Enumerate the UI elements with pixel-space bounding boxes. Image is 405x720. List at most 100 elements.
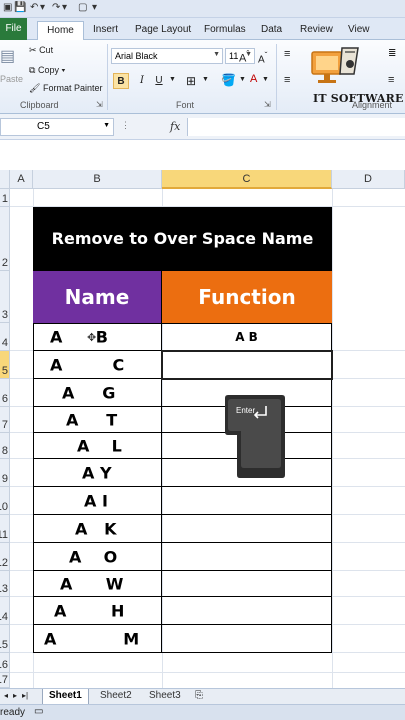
- redo-dropdown-icon[interactable]: ▾: [62, 2, 67, 13]
- redo-icon[interactable]: ↷: [52, 2, 60, 13]
- function-header-cell[interactable]: Function: [162, 271, 332, 323]
- tab-view[interactable]: View: [348, 21, 370, 40]
- column-header-d[interactable]: D: [332, 170, 405, 189]
- table-title-cell[interactable]: Remove to Over Space Name: [33, 207, 332, 271]
- row-header[interactable]: 9: [0, 459, 10, 487]
- customize-toolbar-icon[interactable]: ▾: [92, 2, 97, 13]
- font-color-icon[interactable]: A: [250, 73, 257, 85]
- font-launcher-icon[interactable]: ⇲: [264, 100, 271, 109]
- row-header[interactable]: 15: [0, 625, 10, 653]
- format-painter-button[interactable]: 🖌 Format Painter: [29, 83, 102, 94]
- row-header[interactable]: 12: [0, 543, 10, 571]
- tab-home[interactable]: Home: [37, 21, 84, 40]
- font-color-dropdown-icon[interactable]: ▼: [262, 76, 269, 83]
- font-family-select[interactable]: Arial Black ▼: [111, 48, 223, 64]
- sheet-tab-sheet3[interactable]: Sheet3: [143, 689, 187, 704]
- name-cell[interactable]: A T: [33, 407, 162, 433]
- fill-color-icon[interactable]: 🪣: [221, 73, 236, 87]
- clipboard-launcher-icon[interactable]: ⇲: [96, 100, 103, 109]
- name-cell[interactable]: A H: [33, 597, 162, 625]
- bold-button[interactable]: B: [113, 73, 129, 89]
- borders-dropdown-icon[interactable]: ▼: [202, 76, 209, 83]
- fill-color-dropdown-icon[interactable]: ▼: [239, 76, 246, 83]
- italic-button[interactable]: I: [134, 73, 150, 89]
- function-cell[interactable]: [162, 625, 332, 653]
- row-header[interactable]: 13: [0, 571, 10, 597]
- name-header-cell[interactable]: Name: [33, 271, 162, 323]
- tab-review[interactable]: Review: [300, 21, 333, 40]
- underline-dropdown-icon[interactable]: ▼: [169, 76, 176, 83]
- insert-sheet-icon[interactable]: ⎘: [195, 690, 203, 701]
- align-top-icon[interactable]: ≡: [284, 48, 290, 60]
- row-header[interactable]: 5: [0, 351, 10, 379]
- name-cell[interactable]: A W: [33, 571, 162, 597]
- shrink-font-icon[interactable]: Aˇ: [258, 50, 267, 65]
- name-cell[interactable]: A L: [33, 433, 162, 459]
- gridline: [332, 189, 333, 688]
- row-header[interactable]: 17: [0, 673, 10, 688]
- paste-label[interactable]: Paste: [0, 74, 23, 84]
- tab-page-layout[interactable]: Page Layout: [135, 21, 191, 40]
- grow-font-icon[interactable]: Aˆ: [239, 49, 249, 65]
- select-all-corner[interactable]: [0, 170, 10, 189]
- insert-function-icon[interactable]: fx: [170, 120, 180, 133]
- name-cell[interactable]: A O: [33, 543, 162, 571]
- name-cell[interactable]: A I: [33, 487, 162, 515]
- macro-record-icon[interactable]: ▭: [34, 706, 43, 717]
- name-cell[interactable]: A G: [33, 379, 162, 407]
- paste-icon[interactable]: ▤: [0, 46, 15, 66]
- name-cell[interactable]: A M: [33, 625, 162, 653]
- align-right-icon[interactable]: ≡: [388, 74, 394, 86]
- row-header[interactable]: 11: [0, 515, 10, 543]
- sheet-nav-prev-icon[interactable]: ◂: [4, 691, 8, 700]
- tab-file[interactable]: File: [0, 18, 27, 40]
- function-cell[interactable]: [162, 543, 332, 571]
- name-cell[interactable]: A K: [33, 515, 162, 543]
- borders-icon[interactable]: ⊞: [186, 74, 196, 88]
- name-box[interactable]: C5 ▼: [0, 118, 114, 136]
- logo-text: IT SOFTWARE: [313, 92, 404, 105]
- function-cell[interactable]: [162, 597, 332, 625]
- row-header[interactable]: 10: [0, 487, 10, 515]
- underline-button[interactable]: U: [151, 73, 167, 89]
- align-left-icon[interactable]: ≡: [284, 74, 290, 86]
- undo-dropdown-icon[interactable]: ▾: [40, 2, 45, 13]
- name-cell[interactable]: A B: [33, 323, 162, 351]
- sheet-tab-sheet1[interactable]: Sheet1: [42, 689, 89, 704]
- row-header[interactable]: 16: [0, 653, 10, 673]
- function-cell[interactable]: [162, 515, 332, 543]
- row-header[interactable]: 3: [0, 271, 10, 323]
- column-header-a[interactable]: A: [10, 170, 33, 189]
- formula-bar-handle-icon[interactable]: ⋮: [121, 120, 130, 131]
- wrap-text-icon[interactable]: ≣: [388, 48, 396, 59]
- row-header[interactable]: 6: [0, 379, 10, 407]
- cut-button[interactable]: ✂ Cut: [29, 45, 53, 56]
- column-header-c[interactable]: C: [162, 170, 332, 189]
- row-header[interactable]: 14: [0, 597, 10, 625]
- new-file-icon[interactable]: ▢: [78, 2, 87, 13]
- function-cell[interactable]: [162, 487, 332, 515]
- sheet-nav-last-icon[interactable]: ▸|: [22, 691, 28, 700]
- copy-button[interactable]: ⧉ Copy ▾: [29, 65, 65, 76]
- function-cell[interactable]: A B: [162, 323, 332, 351]
- row-header[interactable]: 4: [0, 323, 10, 351]
- row-header[interactable]: 2: [0, 207, 10, 271]
- undo-icon[interactable]: ↶: [30, 2, 38, 13]
- tab-insert[interactable]: Insert: [93, 21, 118, 40]
- row-header[interactable]: 1: [0, 189, 10, 207]
- sheet-tab-sheet2[interactable]: Sheet2: [94, 689, 138, 704]
- chevron-down-icon: ▼: [103, 122, 110, 129]
- tab-formulas[interactable]: Formulas: [204, 21, 246, 40]
- sheet-nav-next-icon[interactable]: ▸: [13, 691, 17, 700]
- name-cell[interactable]: A C: [33, 351, 162, 379]
- column-header-b[interactable]: B: [33, 170, 162, 189]
- tab-data[interactable]: Data: [261, 21, 282, 40]
- function-cell-active[interactable]: [161, 350, 333, 380]
- function-cell[interactable]: [162, 571, 332, 597]
- name-cell[interactable]: A Y: [33, 459, 162, 487]
- row-header[interactable]: 7: [0, 407, 10, 433]
- save-icon[interactable]: 💾: [14, 2, 26, 13]
- row-header[interactable]: 8: [0, 433, 10, 459]
- formula-input[interactable]: [187, 118, 405, 136]
- name-cell-value: A O: [69, 547, 118, 566]
